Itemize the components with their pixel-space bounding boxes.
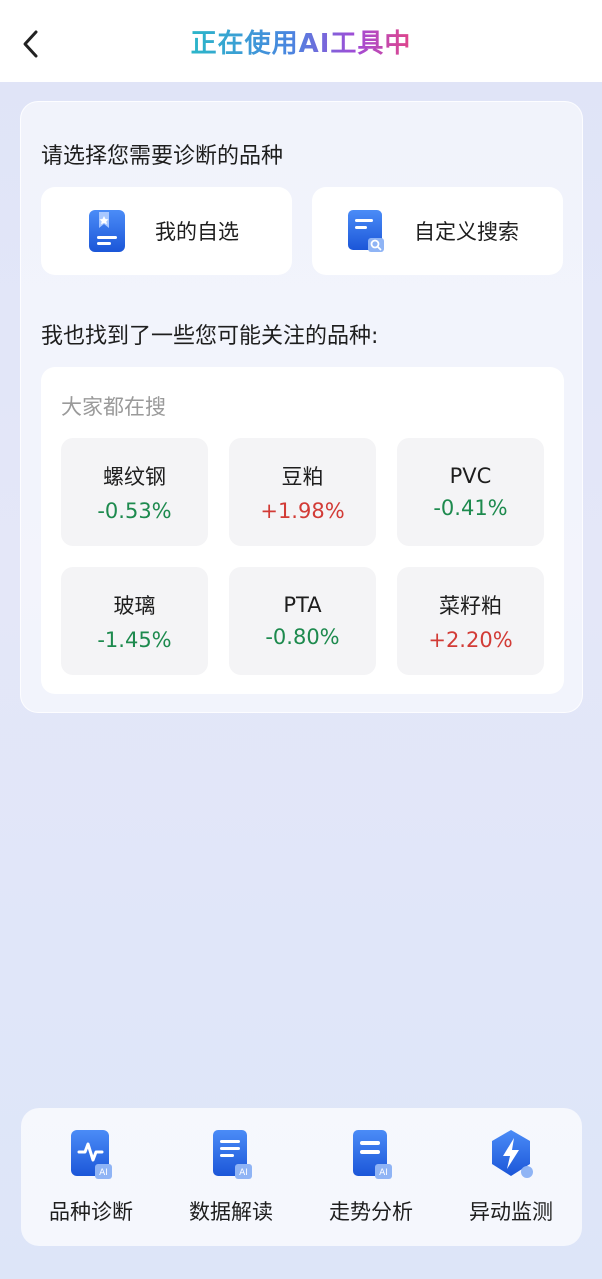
tool-label: 异动监测: [469, 1200, 553, 1224]
tool-trend-analysis[interactable]: AI 走势分析: [301, 1128, 441, 1228]
lightning-shield-icon: [492, 1130, 533, 1178]
document-search-icon: [348, 210, 384, 252]
commodity-change: -1.45%: [97, 628, 172, 652]
tool-commodity-diagnosis[interactable]: AI 品种诊断: [21, 1128, 161, 1228]
tool-data-interpretation[interactable]: AI 数据解读: [161, 1128, 301, 1228]
commodity-tile[interactable]: 玻璃 -1.45%: [61, 567, 208, 675]
my-watchlist-label: 我的自选: [155, 220, 239, 244]
tool-anomaly-monitoring[interactable]: 异动监测: [441, 1128, 581, 1228]
popular-search-caption: 大家都在搜: [61, 395, 166, 419]
commodity-change: +2.20%: [428, 628, 513, 652]
svg-text:AI: AI: [99, 1168, 108, 1178]
selection-card: 请选择您需要诊断的品种 我的自选 自定义搜索 我也找到了一些您可能关注的品种: …: [20, 101, 583, 713]
commodity-name: PVC: [449, 464, 492, 488]
ai-tools-bar: AI 品种诊断 AI 数据解读 AI 走势分析 异动监测: [21, 1108, 582, 1246]
custom-search-button[interactable]: 自定义搜索: [312, 187, 563, 275]
report-ai-icon: AI: [353, 1130, 392, 1179]
commodity-change: -0.53%: [97, 499, 172, 523]
chevron-left-icon: [23, 30, 38, 58]
commodity-tile[interactable]: 菜籽粕 +2.20%: [397, 567, 544, 675]
tool-label: 走势分析: [329, 1200, 413, 1224]
svg-text:AI: AI: [239, 1168, 248, 1178]
commodity-tile[interactable]: 螺纹钢 -0.53%: [61, 438, 208, 546]
commodity-name: PTA: [283, 593, 322, 617]
top-bar: 正在使用AI工具中: [0, 0, 602, 82]
commodity-name: 豆粕: [281, 465, 324, 489]
commodity-name: 菜籽粕: [439, 594, 502, 618]
custom-search-label: 自定义搜索: [414, 220, 519, 244]
commodity-name: 螺纹钢: [103, 465, 166, 489]
pulse-ai-icon: AI: [71, 1130, 112, 1179]
tool-label: 数据解读: [189, 1200, 273, 1224]
page-title: 正在使用AI工具中: [191, 23, 412, 60]
commodity-change: -0.41%: [433, 496, 508, 520]
my-watchlist-button[interactable]: 我的自选: [41, 187, 292, 275]
commodity-tile[interactable]: PVC -0.41%: [397, 438, 544, 546]
commodity-change: -0.80%: [265, 625, 340, 649]
svg-text:AI: AI: [379, 1168, 388, 1178]
tool-label: 品种诊断: [49, 1200, 133, 1224]
commodity-change: +1.98%: [260, 499, 345, 523]
commodity-tile[interactable]: 豆粕 +1.98%: [229, 438, 376, 546]
select-section-title: 请选择您需要诊断的品种: [41, 144, 284, 169]
back-button[interactable]: [14, 24, 48, 64]
popular-search-panel: 大家都在搜 螺纹钢 -0.53% 豆粕 +1.98% PVC -0.41% 玻璃…: [41, 367, 564, 694]
document-ai-icon: AI: [213, 1130, 252, 1179]
watchlist-icon: [89, 210, 125, 252]
suggest-section-title: 我也找到了一些您可能关注的品种:: [41, 324, 379, 349]
commodity-name: 玻璃: [113, 594, 156, 618]
commodity-tile[interactable]: PTA -0.80%: [229, 567, 376, 675]
